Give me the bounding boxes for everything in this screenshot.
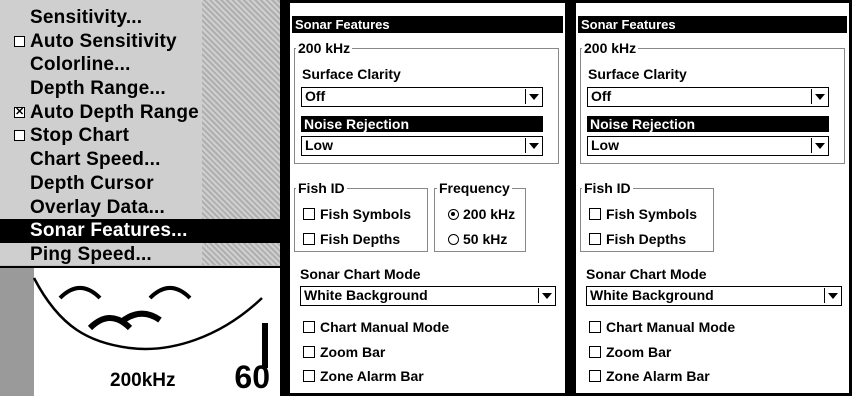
dialog-title: Sonar Features — [578, 16, 847, 33]
dropdown-arrow-icon — [538, 288, 554, 303]
menu-item-stop-chart[interactable]: Stop Chart — [10, 124, 280, 148]
frequency-50-radio[interactable]: 50 kHz — [448, 232, 507, 247]
dropdown-arrow-icon — [811, 138, 827, 153]
group-frequency-label: Frequency — [437, 180, 512, 196]
frequency-200-radio[interactable]: 200 kHz — [448, 207, 515, 222]
sonar-chart-mode-label: Sonar Chart Mode — [586, 266, 707, 282]
checkbox-icon — [14, 130, 25, 142]
surface-clarity-label: Surface Clarity — [588, 66, 687, 82]
radio-selected-icon — [448, 209, 459, 220]
checked-checkbox-icon: ✕ — [14, 105, 25, 118]
radio-icon — [448, 234, 459, 245]
sonar-chart-mode-label: Sonar Chart Mode — [300, 266, 421, 282]
fish-depths-checkbox[interactable]: Fish Depths — [589, 232, 686, 247]
checkbox-icon — [303, 321, 315, 333]
menu-item-auto-sensitivity[interactable]: Auto Sensitivity — [10, 30, 280, 54]
dropdown-arrow-icon — [525, 138, 541, 153]
checkbox-icon — [303, 233, 315, 245]
menu-item-auto-depth-range[interactable]: ✕ Auto Depth Range — [10, 101, 280, 125]
menu-item-overlay-data[interactable]: Overlay Data... — [10, 196, 280, 220]
group-fish-id-label: Fish ID — [582, 180, 633, 196]
noise-rejection-label: Noise Rejection — [587, 116, 829, 132]
sonar-menu-panel: Sensitivity... Auto Sensitivity Colorlin… — [0, 0, 282, 396]
dropdown-arrow-icon — [525, 89, 541, 104]
group-200khz-label: 200 kHz — [582, 40, 639, 56]
fish-symbols-checkbox[interactable]: Fish Symbols — [589, 207, 697, 222]
checkbox-icon — [303, 370, 315, 382]
sonar-chart-mode-select[interactable]: White Background — [586, 286, 842, 306]
zone-alarm-bar-checkbox[interactable]: Zone Alarm Bar — [303, 369, 424, 384]
surface-clarity-select[interactable]: Off — [301, 87, 543, 107]
zoom-bar-checkbox[interactable]: Zoom Bar — [303, 345, 385, 360]
depth-readout: 60 — [234, 359, 270, 395]
zone-alarm-bar-checkbox[interactable]: Zone Alarm Bar — [589, 369, 710, 384]
noise-rejection-select[interactable]: Low — [301, 136, 543, 156]
menu-item-depth-range[interactable]: Depth Range... — [10, 77, 280, 101]
menu-item-sonar-features[interactable]: Sonar Features... — [0, 219, 280, 243]
checkbox-icon — [589, 321, 601, 333]
checkbox-icon — [589, 346, 601, 358]
sonar-chart-view: 200kHz 60 — [0, 266, 280, 396]
dialog-title: Sonar Features — [292, 16, 563, 33]
frequency-readout: 200kHz — [110, 370, 176, 391]
sonar-features-dialog: Sonar Features 200 kHz Surface Clarity O… — [287, 0, 568, 396]
zoom-bar-checkbox[interactable]: Zoom Bar — [589, 345, 671, 360]
menu-item-chart-speed[interactable]: Chart Speed... — [10, 148, 280, 172]
surface-clarity-label: Surface Clarity — [302, 66, 401, 82]
checkbox-icon — [303, 346, 315, 358]
fish-symbols-checkbox[interactable]: Fish Symbols — [303, 207, 411, 222]
menu-item-depth-cursor[interactable]: Depth Cursor — [10, 172, 280, 196]
chart-manual-mode-checkbox[interactable]: Chart Manual Mode — [589, 320, 735, 335]
surface-clarity-select[interactable]: Off — [587, 87, 829, 107]
sonar-menu: Sensitivity... Auto Sensitivity Colorlin… — [0, 6, 280, 267]
menu-item-ping-speed[interactable]: Ping Speed... — [10, 243, 280, 267]
checkbox-icon — [589, 208, 601, 220]
checkbox-icon — [303, 208, 315, 220]
chart-manual-mode-checkbox[interactable]: Chart Manual Mode — [303, 320, 449, 335]
dropdown-arrow-icon — [824, 288, 840, 303]
checkbox-icon — [589, 233, 601, 245]
noise-rejection-label: Noise Rejection — [301, 116, 543, 132]
dropdown-arrow-icon — [811, 89, 827, 104]
group-200khz-label: 200 kHz — [296, 40, 353, 56]
fish-depths-checkbox[interactable]: Fish Depths — [303, 232, 400, 247]
checkbox-icon — [589, 370, 601, 382]
sonar-chart-mode-select[interactable]: White Background — [300, 286, 556, 306]
noise-rejection-select[interactable]: Low — [587, 136, 829, 156]
menu-item-sensitivity[interactable]: Sensitivity... — [10, 6, 280, 30]
menu-item-colorline[interactable]: Colorline... — [10, 53, 280, 77]
sonar-features-dialog-alt: Sonar Features 200 kHz Surface Clarity O… — [573, 0, 852, 396]
checkbox-icon — [14, 35, 25, 47]
group-fish-id-label: Fish ID — [296, 180, 347, 196]
